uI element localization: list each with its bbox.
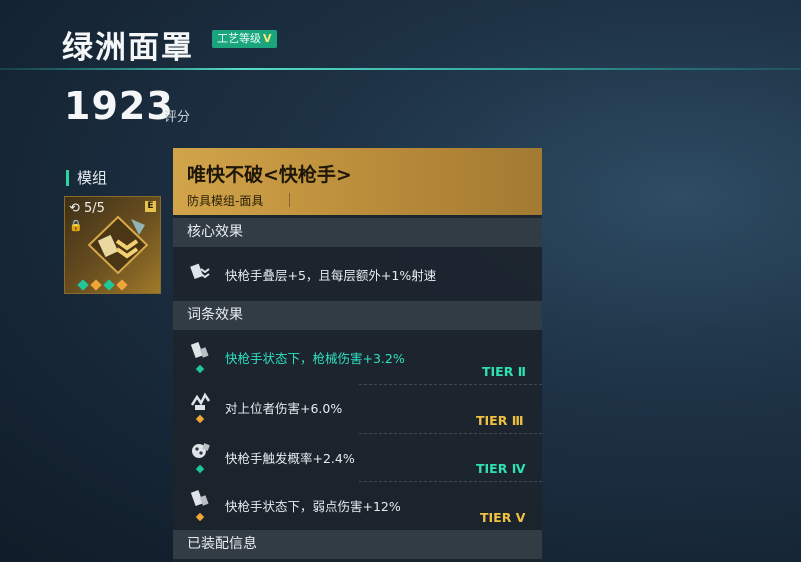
divider [359,384,542,385]
quickdraw-icon [190,263,210,279]
core-effect-header: 核心效果 [173,218,542,247]
lock-icon: 🔒 [69,219,83,232]
affix-tier: TIER Ⅲ [476,413,524,428]
craft-level-label: 工艺等级 [217,32,261,45]
socket-dot [103,279,115,291]
module-detail-panel: 唯快不破<快枪手> 防具模组-面具 核心效果 快枪手叠层+5，且每层额外+1%射… [173,148,542,562]
module-socket-dots [77,279,128,291]
affix-text: 对上位者伤害+6.0% [225,401,343,416]
grade-badge: E [145,201,156,212]
affix-gem-orange [195,414,205,424]
socket-dot [90,279,102,291]
module-emblem-icon [87,215,149,275]
affix-tier: TIER Ⅳ [476,461,526,476]
trigger-chance-icon [192,443,210,458]
superior-damage-icon [190,392,211,410]
module-detail-header: 唯快不破<快枪手> 防具模组-面具 [173,148,542,215]
affix-gem-teal [195,364,205,374]
core-effect-text: 快枪手叠层+5，且每层额外+1%射速 [225,268,437,283]
module-slot-card[interactable]: ⟲ 5/5 🔒 E [64,196,161,294]
module-type: 防具模组-面具 [187,194,264,208]
equipped-info-header: 已装配信息 [173,530,542,559]
affix-text: 快枪手状态下，弱点伤害+12% [225,499,401,514]
affix-gem-orange [195,512,205,522]
craft-level-badge: 工艺等级 V [212,30,277,48]
weakpoint-damage-icon [190,490,209,506]
score-label: 评分 [164,110,191,125]
item-title: 绿洲面罩 [62,30,194,66]
socket-dot [77,279,89,291]
affix-effect-header: 词条效果 [173,301,542,330]
module-section-header: 模组 [66,170,107,186]
module-name: 唯快不破<快枪手> [187,164,352,186]
socket-dot [116,279,128,291]
firearm-damage-icon [190,342,209,358]
score-value: 1923 [64,84,174,128]
divider [359,481,542,482]
header-separator [289,193,290,207]
craft-level-value: V [263,32,272,45]
affix-gem-teal [195,464,205,474]
affix-tier: TIER Ⅱ [482,364,526,379]
module-count: ⟲ 5/5 [69,201,105,216]
affix-tier: TIER Ⅴ [480,510,526,525]
affix-text: 快枪手状态下，枪械伤害+3.2% [225,351,405,366]
affix-text: 快枪手触发概率+2.4% [225,451,355,466]
divider [359,433,542,434]
